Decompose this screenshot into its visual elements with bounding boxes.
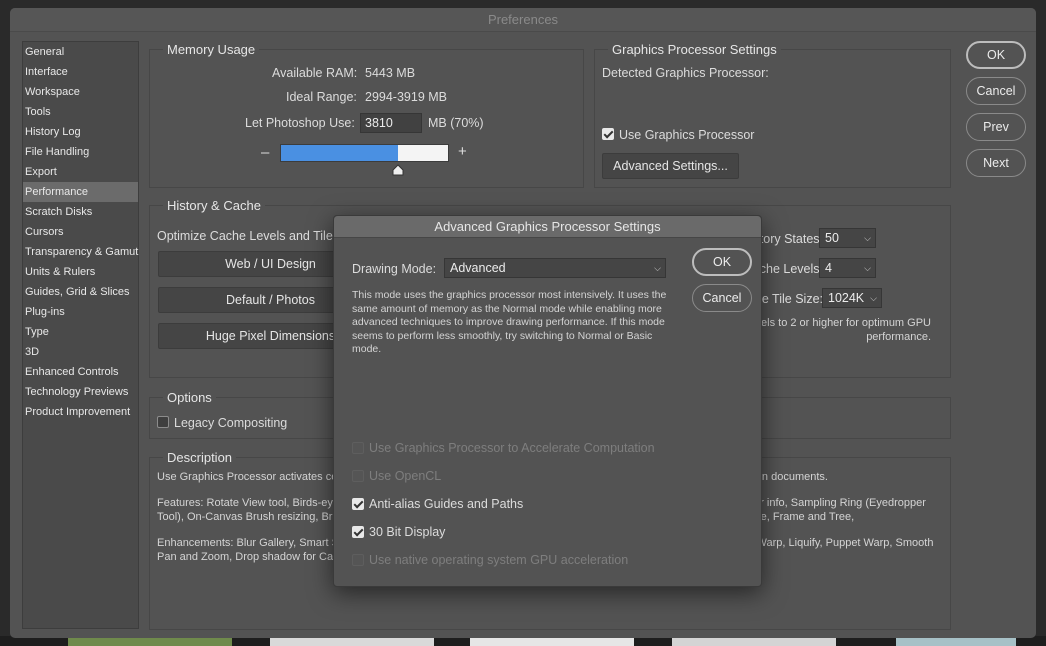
legacy-compositing-checkbox[interactable] (157, 416, 169, 428)
memory-amount-input[interactable]: 3810 (360, 113, 422, 133)
detected-gpu-label: Detected Graphics Processor: (602, 66, 769, 80)
sidebar-item-history-log[interactable]: History Log (23, 122, 138, 142)
cache-tile-size-select[interactable]: 1024K ⌵ (822, 288, 882, 308)
memory-usage-title: Memory Usage (163, 42, 260, 58)
history-cache-title: History & Cache (163, 198, 265, 214)
sidebar-item-workspace[interactable]: Workspace (23, 82, 138, 102)
sidebar-item-type[interactable]: Type (23, 322, 138, 342)
native-gpu-acceleration-label: Use native operating system GPU accelera… (369, 553, 629, 567)
sidebar-item-interface[interactable]: Interface (23, 62, 138, 82)
available-ram-label: Available RAM: (272, 66, 358, 80)
anti-alias-guides-checkbox[interactable] (352, 498, 364, 510)
sidebar-item-technology-previews[interactable]: Technology Previews (23, 382, 138, 402)
cache-tile-size-value: 1024K (828, 291, 865, 305)
sidebar-item-export[interactable]: Export (23, 162, 138, 182)
cache-levels-select[interactable]: 4 ⌵ (819, 258, 876, 278)
available-ram-value: 5443 MB (365, 66, 416, 80)
chevron-down-icon: ⌵ (870, 293, 877, 303)
history-states-value: 50 (825, 231, 839, 245)
thirty-bit-display-label: 30 Bit Display (369, 525, 446, 539)
sidebar-item-units-rulers[interactable]: Units & Rulers (23, 262, 138, 282)
use-opencl-checkbox[interactable] (352, 470, 364, 482)
sidebar-item-product-improvement[interactable]: Product Improvement (23, 402, 138, 422)
sidebar-item-scratch-disks[interactable]: Scratch Disks (23, 202, 138, 222)
thirty-bit-display-checkbox[interactable] (352, 526, 364, 538)
sidebar-item-3d[interactable]: 3D (23, 342, 138, 362)
drawing-mode-value: Advanced (450, 261, 506, 275)
memory-decrease-button[interactable]: – (261, 144, 269, 161)
sidebar-item-guides-grid-slices[interactable]: Guides, Grid & Slices (23, 282, 138, 302)
sidebar-item-cursors[interactable]: Cursors (23, 222, 138, 242)
use-gpu-label: Use Graphics Processor (619, 128, 755, 142)
sidebar-item-file-handling[interactable]: File Handling (23, 142, 138, 162)
memory-slider-fill (281, 145, 398, 161)
description-title: Description (163, 450, 237, 466)
memory-slider[interactable] (280, 144, 449, 162)
accelerate-computation-checkbox[interactable] (352, 442, 364, 454)
history-states-select[interactable]: 50 ⌵ (819, 228, 876, 248)
window-title: Preferences (10, 8, 1036, 32)
cache-levels-value: 4 (825, 261, 832, 275)
ok-button[interactable]: OK (966, 41, 1026, 69)
sidebar-item-general[interactable]: General (23, 42, 138, 62)
dialog-ok-button[interactable]: OK (692, 248, 752, 276)
sidebar-item-performance[interactable]: Performance (23, 182, 138, 202)
native-gpu-acceleration-checkbox[interactable] (352, 554, 364, 566)
options-title: Options (163, 390, 216, 406)
drawing-mode-label: Drawing Mode: (352, 262, 437, 276)
accelerate-computation-label: Use Graphics Processor to Accelerate Com… (369, 441, 655, 455)
advanced-settings-button[interactable]: Advanced Settings... (602, 153, 739, 179)
use-opencl-label: Use OpenCL (369, 469, 442, 483)
drawing-mode-select[interactable]: Advanced ⌵ (444, 258, 666, 278)
memory-slider-thumb-icon[interactable] (392, 163, 404, 176)
memory-increase-button[interactable]: + (458, 143, 467, 160)
chevron-down-icon: ⌵ (864, 263, 871, 273)
anti-alias-guides-label: Anti-alias Guides and Paths (369, 497, 524, 511)
dialog-cancel-button[interactable]: Cancel (692, 284, 752, 312)
use-gpu-checkbox[interactable] (602, 128, 614, 140)
dialog-title: Advanced Graphics Processor Settings (334, 216, 761, 238)
chevron-down-icon: ⌵ (654, 263, 661, 273)
ideal-range-label: Ideal Range: (286, 90, 357, 104)
sidebar-item-plug-ins[interactable]: Plug-ins (23, 302, 138, 322)
ideal-range-value: 2994-3919 MB (365, 90, 448, 104)
gpu-settings-title: Graphics Processor Settings (608, 42, 781, 58)
drawing-mode-description: This mode uses the graphics processor mo… (352, 289, 667, 355)
cancel-button[interactable]: Cancel (966, 77, 1026, 105)
sidebar-item-tools[interactable]: Tools (23, 102, 138, 122)
memory-unit-label: MB (70%) (428, 116, 484, 130)
let-photoshop-use-label: Let Photoshop Use: (245, 116, 355, 130)
preferences-sidebar: General Interface Workspace Tools Histor… (22, 41, 139, 629)
sidebar-item-transparency-gamut[interactable]: Transparency & Gamut (23, 242, 138, 262)
sidebar-item-enhanced-controls[interactable]: Enhanced Controls (23, 362, 138, 382)
advanced-gpu-settings-dialog: Advanced Graphics Processor Settings Dra… (333, 215, 762, 587)
legacy-compositing-label: Legacy Compositing (174, 416, 288, 430)
chevron-down-icon: ⌵ (864, 233, 871, 243)
next-button[interactable]: Next (966, 149, 1026, 177)
prev-button[interactable]: Prev (966, 113, 1026, 141)
